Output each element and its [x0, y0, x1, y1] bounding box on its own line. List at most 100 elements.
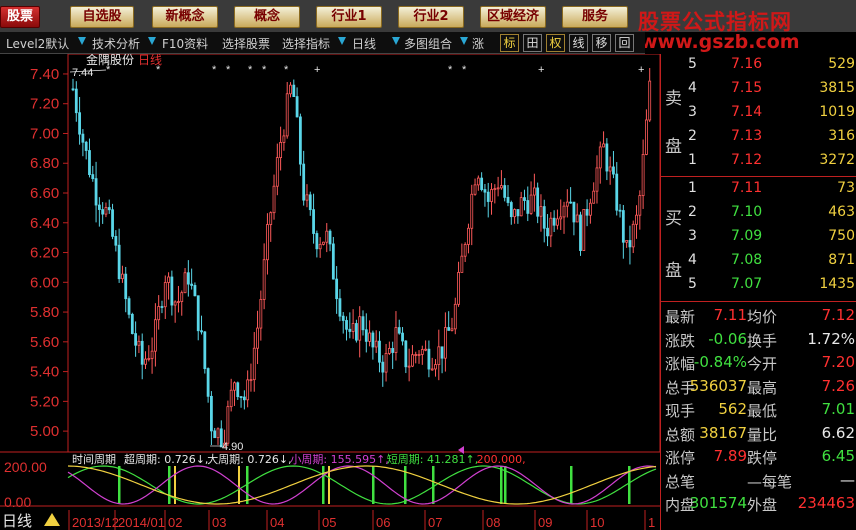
candle — [536, 187, 540, 217]
buy-order-row[interactable]: 1 7.11 73 — [661, 180, 856, 204]
select-indicator-menu[interactable]: 选择指标 — [282, 35, 330, 52]
kline-chart[interactable]: 7.40 7.20 7.00 6.80 6.60 6.40 6.20 6.00 5.80 5.60… — [0, 54, 660, 530]
candle — [275, 157, 279, 187]
order-level: 5 — [688, 276, 697, 292]
event-mark-icon[interactable]: + — [638, 64, 644, 76]
buy-order-row[interactable]: 3 7.09 750 — [661, 228, 856, 252]
f10-info-menu[interactable]: F10资料 — [162, 35, 208, 52]
sell-order-row[interactable]: 1 7.12 3272 — [661, 152, 856, 176]
candle — [104, 207, 108, 215]
quote-value: 536037 — [689, 376, 747, 395]
multi-chart-menu[interactable]: 多图组合 — [404, 35, 452, 52]
kline-chart-panel[interactable]: 7.40 7.20 7.00 6.80 6.60 6.40 6.20 6.00 5.80 5.60… — [0, 54, 660, 530]
dropdown-arrow-icon[interactable] — [78, 37, 86, 45]
event-mark-icon[interactable]: * — [284, 64, 289, 76]
candle — [364, 329, 368, 342]
candle — [252, 347, 256, 381]
tab-concept[interactable]: 概念 — [234, 6, 300, 28]
candle — [269, 212, 273, 225]
candle — [153, 319, 157, 352]
candle — [592, 190, 596, 204]
dropdown-arrow-icon[interactable] — [460, 37, 468, 45]
candle — [137, 340, 141, 346]
event-mark-icon[interactable]: * — [212, 64, 217, 76]
candle — [173, 301, 177, 306]
sell-order-row[interactable]: 3 7.14 1019 — [661, 104, 856, 128]
sell-order-row[interactable]: 4 7.15 3815 — [661, 80, 856, 104]
order-volume: 316 — [828, 128, 855, 144]
candle — [496, 187, 500, 190]
quote-label: 外盘 — [747, 496, 778, 514]
candle — [322, 241, 325, 245]
candle — [615, 173, 619, 211]
candle — [348, 328, 352, 332]
candle — [467, 227, 470, 245]
buy-order-row[interactable]: 4 7.08 871 — [661, 252, 856, 276]
tab-stocks[interactable]: 股票 — [0, 6, 40, 28]
candle — [605, 143, 609, 172]
select-stock-menu[interactable]: 选择股票 — [222, 35, 270, 52]
tab-industry-2[interactable]: 行业2 — [398, 6, 464, 28]
quote-value: -0.06 — [708, 329, 747, 348]
candle — [279, 142, 283, 158]
grid-layout-button[interactable]: 田 — [523, 34, 542, 52]
dropdown-arrow-icon[interactable] — [392, 37, 400, 45]
quote-row: 涨跌 -0.06 换手 1.72% — [661, 330, 856, 353]
tab-industry-1[interactable]: 行业1 — [316, 6, 382, 28]
order-volume: 463 — [828, 204, 855, 220]
daily-line-menu[interactable]: 日线 — [352, 35, 376, 52]
sell-order-row[interactable]: 5 7.16 529 — [661, 56, 856, 80]
back-button[interactable]: 回 — [615, 34, 634, 52]
buy-order-row[interactable]: 2 7.10 463 — [661, 204, 856, 228]
candle — [91, 174, 95, 180]
event-mark-icon[interactable]: * — [262, 64, 267, 76]
tab-services[interactable]: 服务 — [562, 6, 628, 28]
candle — [318, 243, 322, 250]
candle — [582, 209, 586, 251]
candle — [341, 315, 345, 321]
sell-order-row[interactable]: 2 7.13 316 — [661, 128, 856, 152]
indicator-value: 200.000, — [477, 453, 526, 466]
buy-order-row[interactable]: 5 7.07 1435 — [661, 276, 856, 300]
quote-row: 总手 536037 最高 7.26 — [661, 377, 856, 400]
quote-label: 涨幅 — [665, 355, 696, 373]
event-mark-icon[interactable]: * — [462, 64, 467, 76]
quote-label: 跌停 — [747, 449, 778, 467]
level2-default-menu[interactable]: Level2默认 — [6, 35, 69, 52]
y-tick-label: 5.20 — [30, 393, 59, 410]
tab-regional-economy[interactable]: 区域经济 — [480, 6, 546, 28]
scroll-triangle-icon[interactable] — [44, 513, 60, 526]
event-mark-icon[interactable]: * — [248, 64, 253, 76]
candle — [440, 346, 444, 359]
quote-value: -0.84% — [693, 353, 747, 371]
order-price: 7.15 — [731, 80, 763, 96]
quote-row: 总笔 —每笔 — — [661, 471, 856, 494]
event-mark-icon[interactable]: + — [314, 64, 320, 76]
quote-label: 总笔 — [665, 472, 696, 491]
line-button[interactable]: 线 — [569, 34, 588, 52]
y-tick-label: 7.00 — [30, 125, 59, 142]
event-mark-icon[interactable]: + — [538, 64, 544, 76]
event-mark-icon[interactable]: * — [448, 64, 453, 76]
tab-new-concept[interactable]: 新概念 — [152, 6, 218, 28]
dropdown-arrow-icon[interactable] — [148, 37, 156, 45]
order-price: 7.09 — [731, 228, 763, 244]
indicator-bar — [118, 466, 121, 504]
mark-button[interactable]: 标 — [500, 34, 519, 52]
move-button[interactable]: 移 — [592, 34, 611, 52]
candle — [78, 112, 81, 135]
candle — [315, 233, 319, 250]
candle — [434, 364, 437, 370]
dropdown-arrow-icon[interactable] — [338, 37, 346, 45]
candle — [453, 303, 457, 330]
y-tick-label: 5.00 — [30, 423, 59, 440]
divider — [661, 301, 856, 302]
candle — [338, 298, 342, 317]
rise-menu[interactable]: 涨 — [472, 35, 484, 52]
candle — [233, 382, 236, 391]
technical-analysis-menu[interactable]: 技术分析 — [92, 35, 140, 52]
tab-watchlist[interactable]: 自选股 — [70, 6, 134, 28]
event-mark-icon[interactable]: * — [226, 64, 231, 76]
rights-adjust-button[interactable]: 权 — [546, 34, 565, 52]
small-cycle-wave — [67, 465, 657, 505]
